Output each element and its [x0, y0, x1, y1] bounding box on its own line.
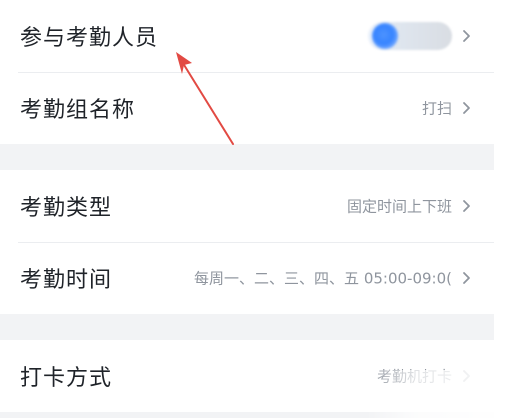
attendance-time-label: 考勤时间 — [20, 268, 113, 293]
participants-avatar — [368, 22, 452, 50]
avatar-dot-icon — [372, 23, 398, 49]
group-name-label: 考勤组名称 — [20, 98, 136, 123]
group-name-value: 打扫 — [421, 99, 452, 118]
settings-screen: 参与考勤人员 考勤组名称 打扫 考勤类型 固定时间上下班 考勤时间 每周一、二、… — [0, 0, 494, 418]
chevron-right-icon — [463, 272, 470, 284]
group-name-row[interactable]: 考勤组名称 打扫 — [0, 72, 494, 144]
chevron-right-icon — [463, 370, 470, 382]
participants-label: 参与考勤人员 — [20, 26, 159, 51]
participants-row[interactable]: 参与考勤人员 — [0, 0, 494, 72]
settings-group-schedule: 考勤类型 固定时间上下班 考勤时间 每周一、二、三、四、五 05:00-09:0… — [0, 170, 494, 314]
attendance-type-row[interactable]: 考勤类型 固定时间上下班 — [0, 170, 494, 242]
attendance-type-value: 固定时间上下班 — [346, 197, 452, 216]
attendance-time-value: 每周一、二、三、四、五 05:00-09:0( — [194, 269, 452, 288]
right-edge-strip — [494, 0, 506, 418]
settings-group-checkin: 打卡方式 考勤机打卡 — [0, 340, 494, 412]
settings-group-basic: 参与考勤人员 考勤组名称 打扫 — [0, 0, 494, 144]
chevron-right-icon — [463, 30, 470, 42]
chevron-right-icon — [463, 102, 470, 114]
check-in-method-label: 打卡方式 — [20, 366, 113, 391]
check-in-method-row[interactable]: 打卡方式 考勤机打卡 — [0, 340, 494, 412]
chevron-right-icon — [463, 200, 470, 212]
attendance-time-row[interactable]: 考勤时间 每周一、二、三、四、五 05:00-09:0( — [0, 242, 494, 314]
attendance-type-label: 考勤类型 — [20, 196, 113, 221]
check-in-method-value: 考勤机打卡 — [376, 367, 452, 386]
